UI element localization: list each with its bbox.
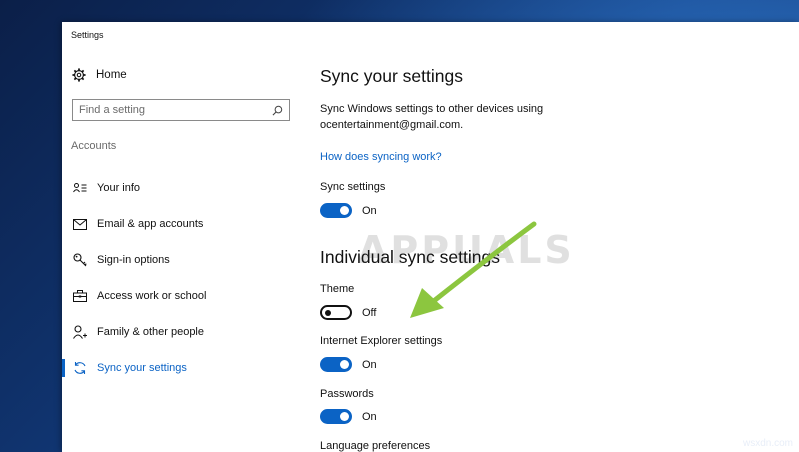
sidebar-item-your-info[interactable]: Your info [62,170,302,206]
home-label: Home [96,69,127,81]
sidebar-nav: Your info Email & app accounts Sign-in o… [62,170,302,386]
passwords-label: Passwords [320,388,374,400]
sync-description: Sync Windows settings to other devices u… [320,103,544,131]
sidebar-item-label: Sync your settings [97,362,187,374]
ie-settings-toggle-row: On [320,357,377,372]
ie-settings-toggle[interactable] [320,357,352,372]
home-nav-item[interactable]: Home [72,68,127,82]
language-preferences-label: Language preferences [320,440,431,452]
toggle-state-text: Off [362,306,377,319]
toggle-state-text: On [362,204,377,217]
sidebar-item-sync-settings[interactable]: Sync your settings [62,350,302,386]
section-label-accounts: Accounts [71,140,117,152]
search-box[interactable] [72,99,290,121]
settings-window: Settings Home Accounts [62,22,799,452]
key-icon [72,252,88,268]
sidebar-item-family[interactable]: Family & other people [62,314,302,350]
theme-toggle[interactable] [320,305,352,320]
sidebar-item-access-work[interactable]: Access work or school [62,278,302,314]
sidebar-item-label: Your info [97,182,141,194]
sync-settings-toggle-row: On [320,203,377,218]
sync-settings-toggle[interactable] [320,203,352,218]
toggle-state-text: On [362,410,377,423]
mail-icon [72,216,88,232]
site-label: wsxdn.com [742,438,793,449]
person-add-icon [72,324,88,340]
gear-icon [72,68,86,82]
green-arrow-annotation [410,221,537,318]
sidebar-item-sign-in-options[interactable]: Sign-in options [62,242,302,278]
sync-icon [72,360,88,376]
sidebar-item-label: Email & app accounts [97,218,204,230]
theme-toggle-row: Off [320,305,376,320]
search-icon[interactable] [272,105,283,116]
page-title: Sync your settings [320,66,463,86]
briefcase-icon [72,288,88,304]
sidebar-item-label: Access work or school [97,290,207,302]
sidebar-item-email-accounts[interactable]: Email & app accounts [62,206,302,242]
passwords-toggle[interactable] [320,409,352,424]
how-syncing-works-link[interactable]: How does syncing work? [320,151,442,163]
passwords-toggle-row: On [320,409,377,424]
sidebar-item-label: Sign-in options [97,254,170,266]
window-title: Settings [71,30,104,40]
search-input[interactable] [79,104,259,116]
sidebar-item-label: Family & other people [97,326,204,338]
theme-label: Theme [320,283,355,295]
ie-settings-label: Internet Explorer settings [320,335,443,347]
person-card-icon [72,180,88,196]
sync-settings-label: Sync settings [320,181,386,193]
toggle-state-text: On [362,358,377,371]
